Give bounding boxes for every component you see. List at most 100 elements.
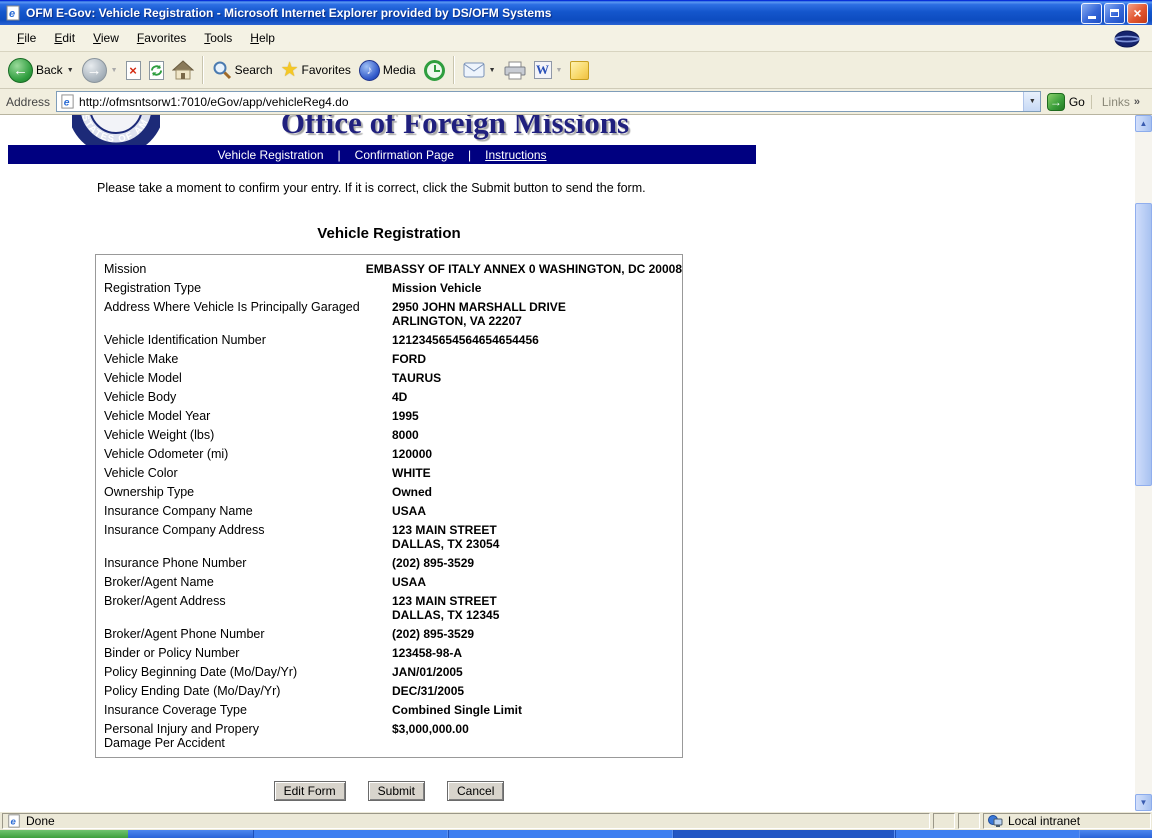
ie-page-icon: e [5, 5, 21, 21]
menu-edit[interactable]: Edit [45, 27, 84, 49]
form-buttons: Edit Form Submit Cancel [95, 781, 683, 801]
nav-instructions-link[interactable]: Instructions [485, 148, 546, 162]
discuss-button[interactable] [566, 59, 593, 82]
table-row: Insurance Coverage TypeCombined Single L… [96, 703, 682, 717]
forward-button[interactable]: → ▼ [78, 56, 122, 85]
scrollbar-thumb[interactable] [1135, 203, 1152, 486]
address-bar: Address e http://ofmsntsorw1:7010/eGov/a… [0, 89, 1152, 115]
menu-favorites[interactable]: Favorites [128, 27, 195, 49]
menu-tools[interactable]: Tools [195, 27, 241, 49]
media-button[interactable]: ♪ Media [355, 58, 420, 83]
note-icon [570, 61, 589, 80]
status-panel [933, 813, 955, 829]
address-input[interactable]: e http://ofmsntsorw1:7010/eGov/app/vehic… [56, 91, 1041, 112]
menu-view[interactable]: View [84, 27, 128, 49]
table-row: Vehicle Body4D [96, 390, 682, 404]
field-value: TAURUS [392, 371, 682, 385]
field-value: 2950 JOHN MARSHALL DRIVE ARLINGTON, VA 2… [392, 300, 682, 328]
nav-vehicle-registration: Vehicle Registration [217, 148, 323, 162]
print-icon [504, 61, 526, 80]
mail-dropdown-icon[interactable]: ▼ [489, 67, 496, 74]
favorites-button[interactable]: ★ Favorites [277, 58, 355, 82]
field-value: DEC/31/2005 [392, 684, 682, 698]
address-dropdown-button[interactable]: ▼ [1023, 92, 1040, 111]
links-button[interactable]: Links » [1091, 95, 1148, 109]
field-label: Address Where Vehicle Is Principally Gar… [96, 300, 392, 328]
address-url[interactable]: http://ofmsntsorw1:7010/eGov/app/vehicle… [79, 95, 1023, 109]
confirmation-table: MissionEMBASSY OF ITALY ANNEX 0 WASHINGT… [95, 254, 683, 758]
form-title: Vehicle Registration [95, 225, 683, 242]
stop-button[interactable]: × [122, 59, 145, 82]
field-label: Vehicle Make [96, 352, 392, 366]
menu-help[interactable]: Help [241, 27, 284, 49]
field-value: Combined Single Limit [392, 703, 682, 717]
local-intranet-icon [988, 815, 1003, 828]
edit-form-button[interactable]: Edit Form [274, 781, 346, 801]
field-value: 123 MAIN STREET DALLAS, TX 12345 [392, 594, 682, 622]
cancel-button[interactable]: Cancel [447, 781, 504, 801]
field-value: FORD [392, 352, 682, 366]
start-button-sliver[interactable] [0, 830, 128, 838]
restore-button[interactable] [1104, 3, 1125, 24]
ie-page-icon: e [7, 814, 21, 828]
home-button[interactable] [168, 58, 198, 82]
field-label: Insurance Coverage Type [96, 703, 392, 717]
table-row: Policy Ending Date (Mo/Day/Yr)DEC/31/200… [96, 684, 682, 698]
field-value: 123 MAIN STREET DALLAS, TX 23054 [392, 523, 682, 551]
links-chevron-icon: » [1134, 96, 1140, 108]
field-value: 4D [392, 390, 682, 404]
media-icon: ♪ [359, 60, 380, 81]
scroll-up-button[interactable]: ▲ [1135, 115, 1152, 132]
field-label: Vehicle Body [96, 390, 392, 404]
field-value: (202) 895-3529 [392, 627, 682, 641]
field-label: Broker/Agent Phone Number [96, 627, 392, 641]
table-row: Binder or Policy Number123458-98-A [96, 646, 682, 660]
field-value: (202) 895-3529 [392, 556, 682, 570]
security-zone-section: Local intranet [983, 813, 1151, 829]
menu-bar: File Edit View Favorites Tools Help [0, 25, 1152, 52]
home-icon [172, 60, 194, 80]
minimize-button[interactable] [1081, 3, 1102, 24]
history-button[interactable] [420, 58, 449, 83]
taskbar-window-button[interactable] [895, 830, 1080, 838]
page-content: STATES OF AM Office of Foreign Missions … [0, 115, 1152, 811]
field-label: Insurance Phone Number [96, 556, 392, 570]
status-section: e Done [2, 813, 930, 829]
table-row: Broker/Agent NameUSAA [96, 575, 682, 589]
page-nav-bar: Vehicle Registration | Confirmation Page… [8, 145, 756, 164]
field-label: Vehicle Model [96, 371, 392, 385]
submit-button[interactable]: Submit [368, 781, 425, 801]
back-button[interactable]: ← Back ▼ [4, 56, 78, 85]
scroll-down-button[interactable]: ▼ [1135, 794, 1152, 811]
search-button[interactable]: Search [208, 58, 277, 82]
field-value: 1995 [392, 409, 682, 423]
vertical-scrollbar[interactable]: ▲ ▼ [1135, 115, 1152, 811]
table-row: Address Where Vehicle Is Principally Gar… [96, 300, 682, 328]
taskbar-window-button[interactable] [673, 830, 895, 838]
mail-button[interactable]: ▼ [459, 60, 500, 80]
table-row: MissionEMBASSY OF ITALY ANNEX 0 WASHINGT… [96, 262, 682, 276]
refresh-button[interactable] [145, 59, 168, 82]
edit-with-word-button[interactable]: W ▼ [530, 59, 567, 81]
field-value: EMBASSY OF ITALY ANNEX 0 WASHINGTON, DC … [366, 262, 682, 276]
svg-text:e: e [11, 817, 17, 828]
field-value: USAA [392, 575, 682, 589]
print-button[interactable] [500, 59, 530, 82]
table-row: Vehicle ModelTAURUS [96, 371, 682, 385]
mail-icon [463, 62, 485, 78]
field-value: 123458-98-A [392, 646, 682, 660]
field-value: USAA [392, 504, 682, 518]
taskbar-strip [128, 830, 1152, 838]
menu-file[interactable]: File [8, 27, 45, 49]
go-button[interactable]: → Go [1047, 93, 1085, 111]
taskbar-window-button[interactable] [253, 830, 448, 838]
close-button[interactable]: × [1127, 3, 1148, 24]
title-bar: e OFM E-Gov: Vehicle Registration - Micr… [0, 0, 1152, 25]
field-label: Registration Type [96, 281, 392, 295]
back-dropdown-icon[interactable]: ▼ [67, 67, 74, 74]
taskbar-window-button[interactable] [448, 830, 673, 838]
field-value: JAN/01/2005 [392, 665, 682, 679]
browser-window: e OFM E-Gov: Vehicle Registration - Micr… [0, 0, 1152, 838]
field-label: Broker/Agent Name [96, 575, 392, 589]
table-row: Insurance Company NameUSAA [96, 504, 682, 518]
